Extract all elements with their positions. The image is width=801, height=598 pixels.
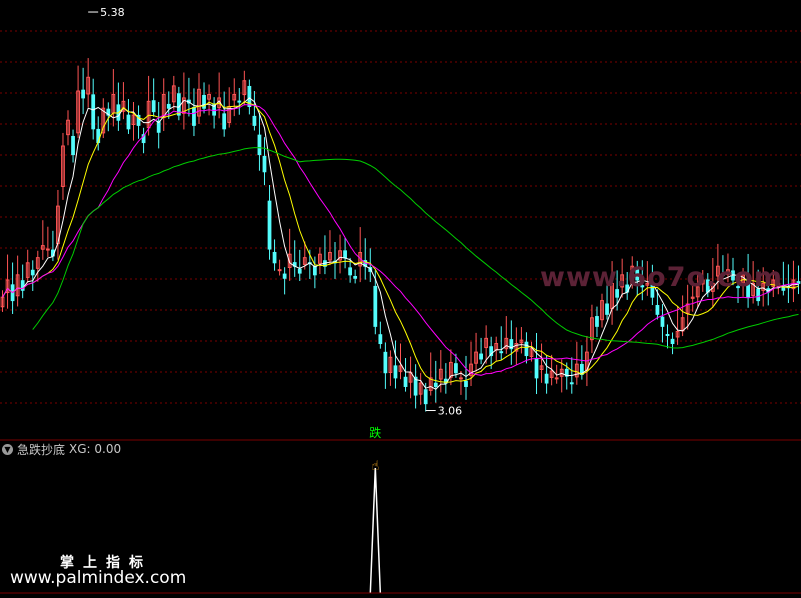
candle-body: [433, 382, 438, 387]
candle-body: [524, 341, 529, 357]
candle-body: [393, 365, 398, 379]
signal-spike: [369, 467, 382, 594]
candle-body: [312, 266, 317, 276]
candle-body: [655, 305, 660, 315]
candle-body: [353, 275, 358, 279]
annotation-label: 5.38: [100, 6, 125, 19]
candle-body: [272, 251, 277, 264]
candle-body: [91, 94, 96, 130]
candle-body: [373, 285, 378, 327]
candle-body: [81, 89, 86, 99]
ma-line: [2, 101, 799, 383]
chart-canvas: 5.38 3.06 ☝ 跌: [0, 6, 801, 594]
candle-body: [348, 267, 353, 276]
annotation-label: 3.06: [438, 405, 463, 418]
signal-label: 跌: [369, 425, 381, 440]
candle-body: [277, 269, 282, 272]
candle-body: [166, 103, 171, 109]
watermark-url: www.palmindex.com: [10, 568, 187, 588]
candle-body: [126, 114, 131, 130]
indicator-name: 急跌抄底: [17, 442, 66, 457]
pointer-hand-icon: ☝: [371, 459, 379, 474]
candle-body: [343, 250, 347, 259]
candle-body: [595, 316, 599, 327]
watermark-faint: www.6o7o.com: [540, 262, 783, 293]
candle-body: [459, 377, 463, 380]
candle-body: [257, 134, 262, 156]
candle-body: [569, 382, 574, 385]
candle-body: [267, 200, 272, 250]
candle-body: [670, 338, 675, 345]
indicator-header: ▼ 急跌抄底 XG: 0.00: [2, 441, 121, 457]
candle-body: [554, 377, 559, 380]
candle-body: [192, 107, 196, 126]
candle-body: [45, 248, 50, 251]
indicator-value: XG: 0.00: [69, 442, 122, 456]
price-annotations: 5.38 3.06: [88, 6, 463, 418]
candle-body: [665, 334, 670, 337]
collapse-toggle-icon[interactable]: ▼: [2, 443, 13, 455]
candle-body: [454, 363, 458, 374]
candle-body: [423, 389, 428, 405]
candle-body: [222, 113, 227, 130]
candle-body: [262, 155, 267, 173]
candle-body: [403, 376, 408, 387]
candle-body: [464, 380, 468, 387]
candle-body: [30, 269, 35, 276]
candle-body: [252, 115, 257, 126]
candle-body: [151, 100, 156, 113]
candle-body: [605, 303, 609, 315]
candle-body: [297, 268, 302, 274]
candle-body: [383, 351, 388, 374]
candle-body: [378, 334, 383, 345]
candle-body: [544, 373, 549, 384]
candle-body: [534, 357, 539, 379]
candle-body: [282, 273, 287, 279]
candle-body: [499, 351, 504, 354]
candle-body: [71, 135, 75, 156]
candle-body: [237, 100, 242, 103]
candle-body: [479, 353, 483, 360]
signal-label-group: 跌: [369, 425, 381, 440]
candle-body: [660, 316, 665, 327]
